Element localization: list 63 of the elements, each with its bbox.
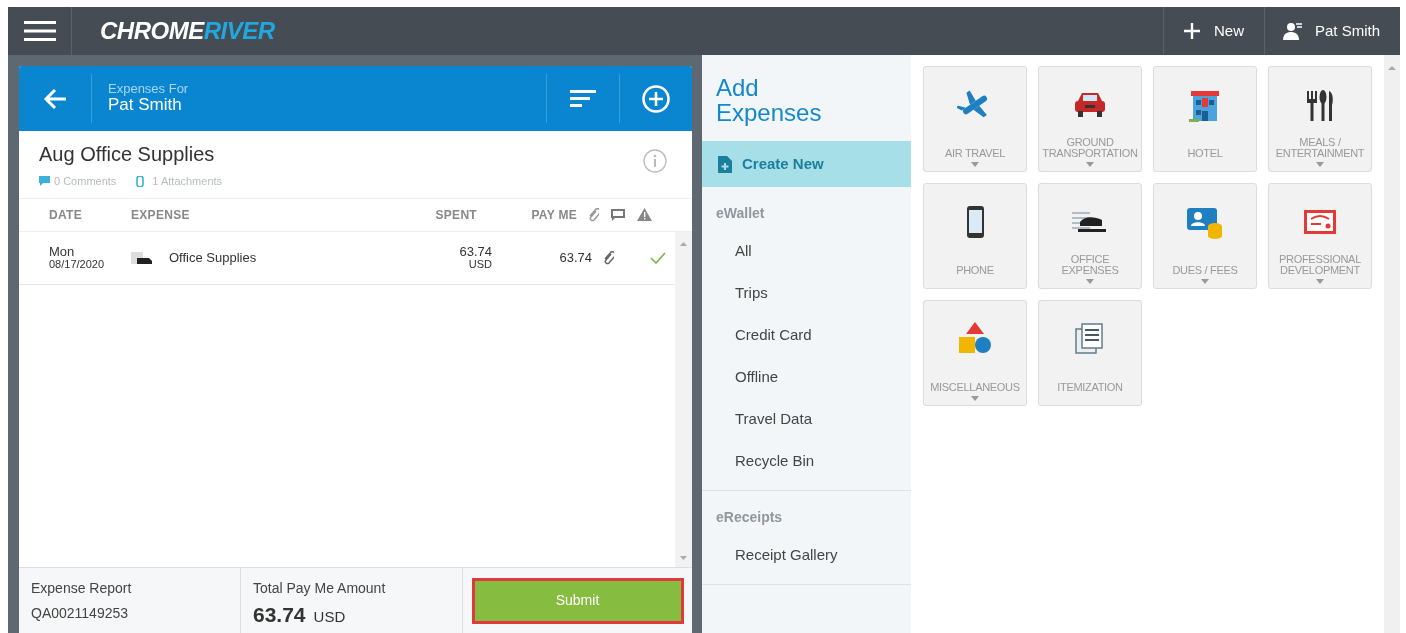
section-heading: eReceipts (715, 508, 784, 528)
header-caption: Expenses For (108, 82, 190, 97)
scrollbar[interactable] (1384, 55, 1400, 633)
column-header: PAY ME (530, 206, 577, 224)
sidebar-item[interactable]: Credit Card (702, 314, 911, 357)
comments-count: 0 Comments (54, 174, 117, 189)
stapler-icon (131, 251, 153, 264)
total-label: Total Pay Me Amount (253, 579, 387, 598)
sidebar-item[interactable]: Trips (702, 272, 911, 315)
spent-amount: 63.74 (458, 244, 492, 259)
attachment-icon (136, 175, 145, 187)
header-name: Pat Smith (108, 96, 183, 115)
currency-text: USD (467, 258, 492, 271)
info-icon (643, 148, 667, 173)
expense-row[interactable]: Mon 08/17/2020 Office Supplies 63.74 USD 63.74 (19, 231, 674, 285)
expense-category-tile[interactable]: OFFICE EXPENSES (1038, 183, 1142, 289)
scrollbar[interactable] (675, 231, 692, 567)
menu-icon (23, 20, 56, 42)
plus-icon (1183, 23, 1200, 39)
day-text: Mon (49, 244, 76, 259)
column-header: DATE (48, 206, 83, 224)
sidebar-item[interactable]: Recycle Bin (702, 440, 911, 483)
pay-me-amount: 63.74 (558, 248, 592, 267)
column-header: EXPENSE (131, 206, 191, 224)
report-label: Expense Report (31, 579, 133, 598)
sidebar-item[interactable]: Receipt Gallery (702, 534, 911, 577)
new-document-icon (718, 155, 732, 173)
expense-category-tile[interactable]: MEALS / ENTERTAINMENT (1268, 66, 1372, 172)
sidebar-item[interactable]: All (702, 230, 911, 273)
expense-category-tile[interactable]: AIR TRAVEL (923, 66, 1027, 172)
warning-icon (637, 208, 652, 221)
expense-category-tile[interactable]: ITEMIZATION (1038, 300, 1142, 406)
info-button[interactable] (642, 147, 668, 174)
logo: CHROMERIVER (100, 16, 275, 46)
new-button[interactable]: New (1162, 7, 1264, 55)
sidebar-item[interactable]: Travel Data (702, 398, 911, 441)
user-icon (1282, 22, 1303, 40)
sidebar-title: Add Expenses (715, 73, 823, 129)
create-new-item[interactable]: Create New (702, 141, 911, 188)
comment-icon (611, 208, 625, 221)
add-circle-icon (642, 84, 670, 113)
expense-category-tile[interactable]: PHONE (923, 183, 1027, 289)
back-arrow-icon (43, 87, 67, 110)
total-amount: 63.74 (253, 602, 306, 628)
attachments-count: 1 Attachments (152, 174, 223, 189)
total-currency: USD (313, 607, 346, 627)
attachment-icon (589, 207, 599, 222)
section-heading: eWallet (715, 204, 766, 224)
expense-name: Office Supplies (169, 248, 257, 267)
column-header: SPENT (434, 206, 477, 224)
sidebar-item[interactable]: Offline (702, 356, 911, 399)
sort-icon (570, 89, 596, 108)
date-text: 08/17/2020 (49, 258, 106, 271)
report-id: QA0021149253 (31, 604, 130, 623)
report-title: Aug Office Supplies (39, 142, 216, 167)
comment-icon (39, 176, 50, 187)
expense-category-tile[interactable]: PROFESSIONAL DEVELOPMENT (1268, 183, 1372, 289)
expense-category-tile[interactable]: GROUND TRANSPORTATION (1038, 66, 1142, 172)
expense-category-tile[interactable]: MISCELLANEOUS (923, 300, 1027, 406)
user-menu-button[interactable]: Pat Smith (1263, 7, 1400, 55)
submit-button[interactable]: Submit (474, 580, 681, 621)
expense-category-tile[interactable]: HOTEL (1153, 66, 1257, 172)
expense-category-tile[interactable]: DUES / FEES (1153, 183, 1257, 289)
